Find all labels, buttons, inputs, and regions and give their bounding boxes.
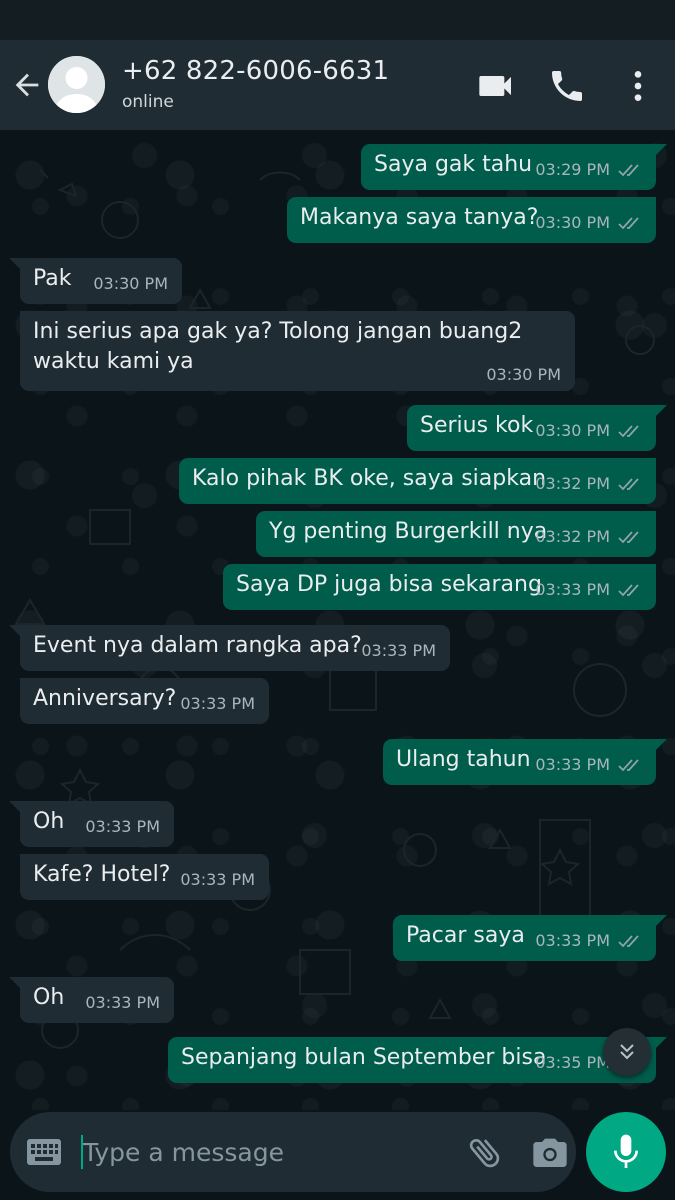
camera-button[interactable] (530, 1132, 570, 1172)
keyboard-icon (27, 1139, 61, 1165)
outgoing-message[interactable]: Pacar saya 03:33 PM (393, 915, 667, 961)
contact-status: online (122, 92, 174, 112)
read-ticks-icon (618, 935, 639, 948)
more-vertical-icon (634, 71, 642, 101)
message-text: Ulang tahun (396, 747, 531, 772)
keyboard-button[interactable] (26, 1138, 62, 1166)
message-text: Pak (33, 266, 72, 291)
incoming-message[interactable]: Oh 03:33 PM (9, 977, 174, 1023)
message-text: Oh (33, 985, 65, 1010)
incoming-message[interactable]: Pak 03:30 PM (9, 258, 182, 304)
message-text: Sepanjang bulan September bisa (181, 1045, 547, 1070)
read-ticks-icon (618, 584, 639, 597)
read-ticks-icon (618, 759, 639, 772)
message-time: 03:30 PM (535, 421, 610, 440)
message-text: Ini serius apa gak ya? Tolong jangan bua… (33, 319, 523, 374)
voice-call-button[interactable] (547, 66, 587, 106)
video-call-button[interactable] (476, 66, 516, 106)
message-text: Kafe? Hotel? (33, 862, 171, 887)
outgoing-message[interactable]: Saya gak tahu 03:29 PM (361, 144, 667, 190)
outgoing-message[interactable]: Ulang tahun 03:33 PM (383, 739, 667, 785)
message-time: 03:32 PM (535, 527, 610, 546)
voice-message-button[interactable] (586, 1112, 666, 1192)
message-text: Pacar saya (406, 923, 525, 948)
outgoing-message[interactable]: Serius kok 03:30 PM (407, 405, 667, 451)
mic-icon (614, 1134, 638, 1168)
outgoing-message[interactable]: Kalo pihak BK oke, saya siapkan 03:32 PM (179, 458, 656, 504)
scroll-to-bottom-button[interactable] (603, 1028, 651, 1076)
message-text: Anniversary? (33, 686, 177, 711)
outgoing-message[interactable]: Makanya saya tanya? 03:30 PM (287, 197, 656, 243)
back-button[interactable] (10, 68, 44, 102)
message-time: 03:33 PM (180, 694, 255, 713)
chat-header: +62 822-6006-6631 online (0, 40, 675, 130)
avatar-icon (48, 56, 105, 113)
read-ticks-icon (618, 217, 639, 230)
message-text: Makanya saya tanya? (300, 205, 539, 230)
phone-icon (552, 71, 582, 101)
message-time: 03:35 PM (535, 1053, 610, 1072)
more-options-button[interactable] (618, 66, 658, 106)
video-call-icon (479, 76, 511, 96)
attach-button[interactable] (465, 1132, 505, 1172)
outgoing-message[interactable]: Saya DP juga bisa sekarang 03:33 PM (223, 564, 656, 610)
message-time: 03:33 PM (180, 870, 255, 889)
back-arrow-icon (15, 73, 39, 97)
message-text: Oh (33, 809, 65, 834)
message-input[interactable] (83, 1130, 453, 1174)
status-bar (0, 0, 675, 40)
chat-area[interactable]: Saya gak tahu 03:29 PM Makanya saya tanya?… (0, 130, 675, 1110)
message-time: 03:33 PM (535, 755, 610, 774)
camera-icon (533, 1138, 567, 1167)
message-time: 03:33 PM (85, 993, 160, 1012)
message-text: Yg penting Burgerkill nya (269, 519, 548, 544)
incoming-message[interactable]: Kafe? Hotel? 03:33 PM (20, 854, 269, 900)
message-time: 03:33 PM (535, 580, 610, 599)
avatar[interactable] (48, 56, 105, 113)
message-time: 03:30 PM (93, 274, 168, 293)
message-text: Saya gak tahu (374, 152, 533, 177)
contact-name[interactable]: +62 822-6006-6631 (122, 56, 389, 86)
message-time: 03:33 PM (361, 641, 436, 660)
message-time: 03:32 PM (535, 474, 610, 493)
read-ticks-icon (618, 164, 639, 177)
incoming-message[interactable]: Ini serius apa gak ya? Tolong jangan bua… (20, 311, 575, 391)
message-text: Kalo pihak BK oke, saya siapkan (192, 466, 547, 491)
incoming-message[interactable]: Event nya dalam rangka apa? 03:33 PM (9, 625, 450, 671)
message-text: Saya DP juga bisa sekarang (236, 572, 542, 597)
read-ticks-icon (618, 425, 639, 438)
read-ticks-icon (618, 531, 639, 544)
message-time: 03:30 PM (486, 365, 561, 384)
outgoing-message[interactable]: Yg penting Burgerkill nya 03:32 PM (256, 511, 656, 557)
message-text: Serius kok (420, 413, 534, 438)
message-time: 03:30 PM (535, 213, 610, 232)
incoming-message[interactable]: Anniversary? 03:33 PM (20, 678, 269, 724)
message-text: Event nya dalam rangka apa? (33, 633, 362, 658)
composer (10, 1112, 576, 1192)
message-time: 03:33 PM (85, 817, 160, 836)
incoming-message[interactable]: Oh 03:33 PM (9, 801, 174, 847)
message-time: 03:29 PM (535, 160, 610, 179)
outgoing-message[interactable]: Sepanjang bulan September bisa 03:35 PM (168, 1037, 667, 1083)
read-ticks-icon (618, 478, 639, 491)
scroll-down-icon (620, 1044, 634, 1060)
attach-icon (469, 1139, 500, 1168)
message-time: 03:33 PM (535, 931, 610, 950)
